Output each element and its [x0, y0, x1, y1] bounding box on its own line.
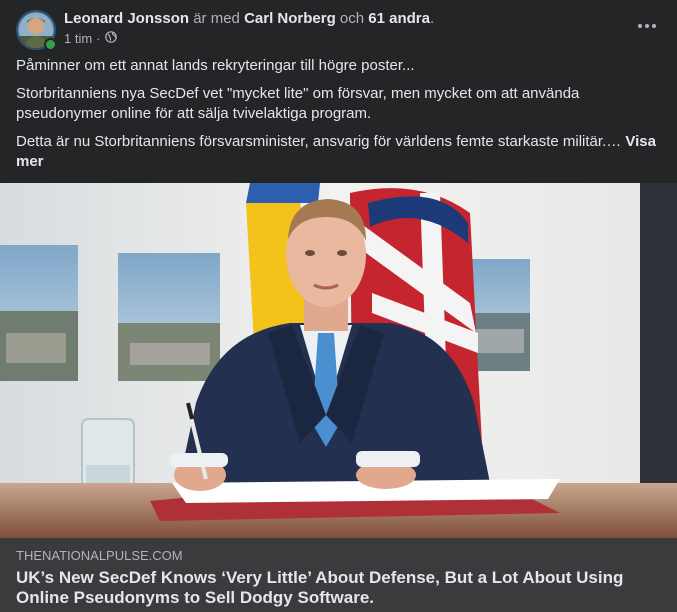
feed-post: Leonard Jonsson är med Carl Norberg och …: [0, 0, 677, 612]
online-status-dot: [44, 38, 57, 51]
author-avatar[interactable]: [16, 10, 57, 51]
post-meta: Leonard Jonsson är med Carl Norberg och …: [64, 10, 434, 47]
post-timestamp[interactable]: 1 tim: [64, 31, 92, 47]
post-subline: 1 tim ·: [64, 31, 434, 47]
more-dot-icon: [652, 24, 656, 28]
post-text: Påminner om ett annat lands rekryteringa…: [16, 56, 661, 180]
link-title[interactable]: UK’s New SecDef Knows ‘Very Little’ Abou…: [16, 568, 661, 608]
link-preview-card[interactable]: THENATIONALPULSE.COM UK’s New SecDef Kno…: [0, 538, 677, 612]
tagged-others[interactable]: 61 andra: [368, 10, 430, 27]
more-dot-icon: [645, 24, 649, 28]
with-text: är med: [193, 10, 240, 27]
globe-icon[interactable]: [104, 31, 117, 47]
post-attribution: Leonard Jonsson är med Carl Norberg och …: [64, 10, 434, 28]
link-preview-image[interactable]: [0, 183, 677, 538]
post-header: Leonard Jonsson är med Carl Norberg och …: [16, 10, 661, 51]
post-paragraph-last: Detta är nu Storbritanniens försvarsmini…: [16, 132, 661, 172]
post-paragraph: Detta är nu Storbritanniens försvarsmini…: [16, 133, 626, 150]
tagged-person[interactable]: Carl Norberg: [244, 10, 336, 27]
separator: ·: [96, 31, 101, 46]
preview-photo: [0, 183, 677, 538]
more-dot-icon: [638, 24, 642, 28]
more-options-button[interactable]: [633, 16, 661, 36]
author-name[interactable]: Leonard Jonsson: [64, 10, 189, 27]
and-text: och: [339, 10, 365, 27]
post-paragraph: Påminner om ett annat lands rekryteringa…: [16, 57, 415, 74]
post-paragraph: Storbritanniens nya SecDef vet "mycket l…: [16, 85, 580, 122]
link-domain: THENATIONALPULSE.COM: [16, 548, 183, 563]
period: .: [429, 10, 435, 27]
